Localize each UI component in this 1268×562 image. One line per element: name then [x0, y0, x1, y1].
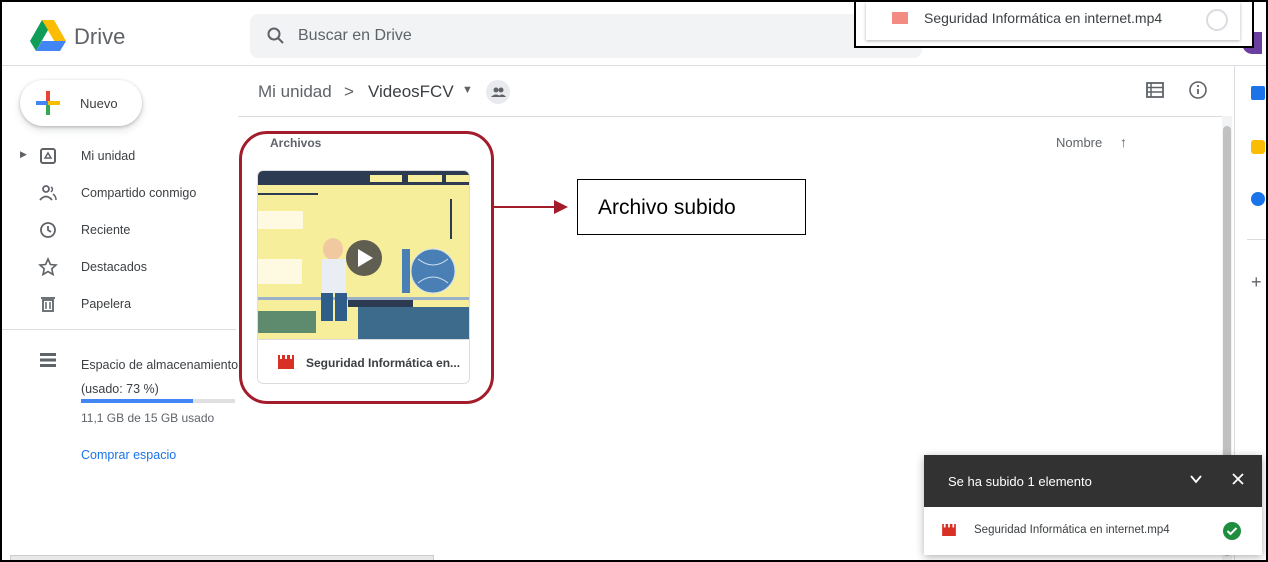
list-view-icon[interactable]	[1146, 82, 1164, 98]
upload-panel-header: Se ha subido 1 elemento	[924, 455, 1262, 507]
video-file-icon	[942, 524, 956, 536]
sort-direction-icon[interactable]: ↑	[1120, 134, 1127, 150]
rail-divider	[1247, 239, 1266, 240]
upload-item-name: Seguridad Informática en internet.mp4	[974, 524, 1170, 536]
storage-usage-bar	[81, 399, 235, 403]
drive-logo-icon[interactable]	[30, 20, 66, 52]
sidebar-item-label: Destacados	[81, 260, 148, 274]
new-button-label: Nuevo	[80, 96, 118, 111]
sidebar-item-compartido[interactable]: Compartido conmigo	[2, 177, 236, 209]
new-button[interactable]: Nuevo	[20, 80, 142, 126]
upload-panel: Se ha subido 1 elemento Seguridad Inform…	[924, 455, 1262, 555]
close-icon[interactable]	[1230, 471, 1246, 487]
chevron-down-icon[interactable]	[1188, 471, 1204, 487]
sidebar-item-label: Mi unidad	[81, 149, 136, 163]
buy-storage-link[interactable]: Comprar espacio	[81, 448, 176, 462]
folder-dropdown-icon[interactable]: ▼	[462, 84, 473, 96]
add-addon-icon[interactable]: +	[1251, 272, 1262, 293]
drive-window: Drive Seguridad Informática en internet.…	[0, 0, 1268, 562]
sidebar-item-label: Reciente	[81, 223, 131, 237]
search-icon[interactable]	[266, 26, 286, 46]
content-divider	[238, 116, 1230, 117]
sort-by-name[interactable]: Nombre	[1056, 135, 1102, 150]
breadcrumb-root[interactable]: Mi unidad	[258, 82, 332, 102]
clock-icon	[40, 222, 56, 238]
star-icon	[38, 257, 58, 277]
storage-usage-fill	[81, 399, 194, 403]
sidebar-item-mi-unidad[interactable]: ▶ Mi unidad	[2, 140, 236, 172]
highlight-annotation	[239, 131, 494, 404]
upload-panel-title: Se ha subido 1 elemento	[948, 474, 1092, 489]
storage-icon	[40, 353, 56, 367]
sidebar-item-papelera[interactable]: Papelera	[2, 288, 236, 320]
upload-item[interactable]: Seguridad Informática en internet.mp4	[924, 507, 1262, 555]
sidebar-item-label: Compartido conmigo	[81, 186, 197, 200]
sidebar-divider	[2, 329, 236, 330]
sidebar-item-destacados[interactable]: Destacados	[2, 251, 236, 283]
upload-popup-row: Seguridad Informática en internet.mp4	[866, 2, 1240, 40]
tasks-icon[interactable]	[1251, 192, 1265, 206]
info-icon[interactable]	[1188, 80, 1208, 100]
check-circle-icon	[1223, 522, 1241, 540]
annotation-callout: Archivo subido	[577, 179, 806, 235]
upload-progress-spinner-icon	[1206, 9, 1228, 31]
calendar-icon[interactable]	[1251, 86, 1265, 100]
storage-label[interactable]: Espacio de almacenamiento (usado: 73 %)	[81, 353, 241, 401]
annotation-text: Archivo subido	[598, 196, 736, 219]
annotation-arrow-head	[554, 200, 568, 214]
storage-used-text: 11,1 GB de 15 GB usado	[81, 411, 215, 425]
upload-popup-top: Seguridad Informática en internet.mp4	[854, 2, 1254, 48]
app-name: Drive	[74, 24, 126, 49]
search-input[interactable]	[298, 26, 898, 46]
plus-icon	[36, 91, 60, 115]
sidebar-item-label: Papelera	[81, 297, 132, 311]
browser-status-bar	[10, 555, 434, 560]
search-box[interactable]	[250, 14, 922, 58]
sidebar-item-reciente[interactable]: Reciente	[2, 214, 236, 246]
breadcrumb-current-folder[interactable]: VideosFCV	[368, 82, 454, 102]
people-icon	[39, 185, 57, 201]
keep-icon[interactable]	[1251, 140, 1265, 154]
breadcrumb-separator: >	[344, 82, 354, 101]
upload-popup-file-name: Seguridad Informática en internet.mp4	[924, 10, 1163, 26]
trash-icon	[41, 297, 55, 312]
expand-caret-icon[interactable]: ▶	[20, 149, 27, 160]
annotation-arrow	[494, 206, 556, 208]
shared-folder-icon[interactable]	[486, 80, 510, 104]
drive-icon	[40, 148, 56, 164]
video-file-icon	[892, 12, 908, 24]
